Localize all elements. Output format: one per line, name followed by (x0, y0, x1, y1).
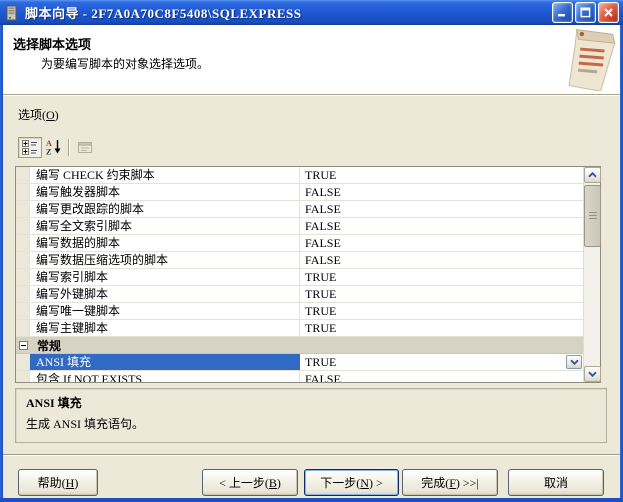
property-value[interactable]: FALSE (300, 235, 583, 251)
toolbar-separator (68, 139, 69, 156)
close-icon (603, 7, 614, 18)
scrollbar-thumb[interactable] (584, 185, 601, 247)
property-value[interactable]: FALSE (300, 252, 583, 268)
row-indent (16, 235, 30, 251)
thumb-grip (589, 212, 597, 220)
property-row[interactable]: 编写索引脚本 TRUE (16, 269, 583, 286)
server-icon (4, 5, 20, 21)
property-name[interactable]: 编写 CHECK 约束脚本 (30, 167, 300, 183)
property-row[interactable]: 编写全文索引脚本 FALSE (16, 218, 583, 235)
scroll-up-button[interactable] (584, 167, 601, 183)
row-indent (16, 303, 30, 319)
vertical-scrollbar[interactable] (583, 167, 600, 382)
row-indent (16, 286, 30, 302)
property-name[interactable]: 包含 If NOT EXISTS (30, 371, 300, 382)
script-scroll-art (556, 27, 618, 91)
svg-text:Z: Z (46, 148, 51, 156)
property-row[interactable]: 编写外键脚本 TRUE (16, 286, 583, 303)
property-grid-rows: 编写 CHECK 约束脚本 TRUE 编写触发器脚本 FALSE 编写更改跟踪的… (16, 167, 583, 382)
property-value[interactable]: FALSE (300, 371, 583, 382)
description-panel: ANSI 填充 生成 ANSI 填充语句。 (15, 388, 607, 443)
property-value: TRUE (305, 355, 336, 369)
row-indent (16, 218, 30, 234)
maximize-icon (580, 7, 591, 18)
property-pages-button[interactable] (73, 137, 97, 158)
window-title: 脚本向导 - 2F7A0A70C8F5408\SQLEXPRESS (25, 3, 552, 22)
description-title: ANSI 填充 (26, 394, 596, 411)
row-indent (16, 252, 30, 268)
title-bar[interactable]: 脚本向导 - 2F7A0A70C8F5408\SQLEXPRESS (0, 0, 623, 25)
row-indent (16, 201, 30, 217)
property-name[interactable]: 编写索引脚本 (30, 269, 300, 285)
cancel-button[interactable]: 取消 (508, 469, 604, 496)
property-grid-toolbar: A Z (18, 136, 97, 158)
category-row[interactable]: 常规 (16, 337, 583, 354)
property-name[interactable]: 编写数据压缩选项的脚本 (30, 252, 300, 268)
row-indent (16, 371, 30, 382)
az-sort-icon: A Z (46, 139, 62, 155)
property-row[interactable]: 包含 If NOT EXISTS FALSE (16, 371, 583, 382)
property-name[interactable]: 编写主键脚本 (30, 320, 300, 336)
chevron-up-icon (588, 172, 597, 178)
row-indent (16, 320, 30, 336)
next-button[interactable]: 下一步(N) > (304, 469, 399, 496)
maximize-button[interactable] (575, 2, 596, 23)
property-value[interactable]: FALSE (300, 201, 583, 217)
property-value-cell[interactable]: TRUE (300, 354, 583, 370)
page-title: 选择脚本选项 (13, 34, 91, 53)
property-value[interactable]: TRUE (300, 286, 583, 302)
back-button[interactable]: < 上一步(B) (202, 469, 298, 496)
property-row[interactable]: 编写 CHECK 约束脚本 TRUE (16, 167, 583, 184)
page-subtitle: 为要编写脚本的对象选择选项。 (41, 55, 209, 72)
row-indent (16, 269, 30, 285)
property-row-selected[interactable]: ANSI 填充 TRUE (16, 354, 583, 371)
window-border-bottom (0, 498, 623, 502)
window-border-left (0, 25, 3, 499)
property-name[interactable]: 编写数据的脚本 (30, 235, 300, 251)
property-row[interactable]: 编写数据的脚本 FALSE (16, 235, 583, 252)
minimize-icon (557, 7, 568, 18)
property-row[interactable]: 编写主键脚本 TRUE (16, 320, 583, 337)
finish-button[interactable]: 完成(F) >>| (402, 469, 498, 496)
script-wizard-dialog: 脚本向导 - 2F7A0A70C8F5408\SQLEXPRESS 选择脚本选项… (0, 0, 623, 502)
property-row[interactable]: 编写触发器脚本 FALSE (16, 184, 583, 201)
chevron-down-icon (588, 371, 597, 377)
property-row[interactable]: 编写唯一键脚本 TRUE (16, 303, 583, 320)
row-indent (16, 167, 30, 183)
property-value[interactable]: TRUE (300, 167, 583, 183)
property-name[interactable]: ANSI 填充 (30, 354, 300, 370)
property-name[interactable]: 编写更改跟踪的脚本 (30, 201, 300, 217)
categorized-icon (22, 139, 38, 155)
categorized-view-button[interactable] (18, 137, 42, 158)
description-text: 生成 ANSI 填充语句。 (26, 415, 596, 432)
property-value[interactable]: FALSE (300, 184, 583, 200)
property-row[interactable]: 编写更改跟踪的脚本 FALSE (16, 201, 583, 218)
value-dropdown-button[interactable] (566, 355, 582, 369)
help-button[interactable]: 帮助(H) (18, 469, 98, 496)
property-name[interactable]: 编写唯一键脚本 (30, 303, 300, 319)
category-name: 常规 (37, 337, 61, 354)
alphabetical-sort-button[interactable]: A Z (42, 137, 66, 158)
property-name[interactable]: 编写触发器脚本 (30, 184, 300, 200)
property-value[interactable]: FALSE (300, 218, 583, 234)
chevron-down-icon (570, 359, 579, 365)
row-indent (16, 354, 30, 370)
scroll-down-button[interactable] (584, 366, 601, 382)
options-label: 选项(O) (18, 106, 59, 123)
property-row[interactable]: 编写数据压缩选项的脚本 FALSE (16, 252, 583, 269)
footer-separator (3, 454, 620, 456)
row-indent (16, 184, 30, 200)
property-value[interactable]: TRUE (300, 320, 583, 336)
property-name[interactable]: 编写全文索引脚本 (30, 218, 300, 234)
minimize-button[interactable] (552, 2, 573, 23)
property-grid: 编写 CHECK 约束脚本 TRUE 编写触发器脚本 FALSE 编写更改跟踪的… (15, 166, 601, 383)
property-name[interactable]: 编写外键脚本 (30, 286, 300, 302)
close-button[interactable] (598, 2, 619, 23)
property-value[interactable]: TRUE (300, 303, 583, 319)
dialog-body: 选项(O) A Z (3, 96, 620, 498)
collapse-minus-icon[interactable] (19, 341, 28, 350)
property-value[interactable]: TRUE (300, 269, 583, 285)
wizard-header: 选择脚本选项 为要编写脚本的对象选择选项。 (3, 25, 620, 94)
property-pages-icon (77, 139, 93, 155)
